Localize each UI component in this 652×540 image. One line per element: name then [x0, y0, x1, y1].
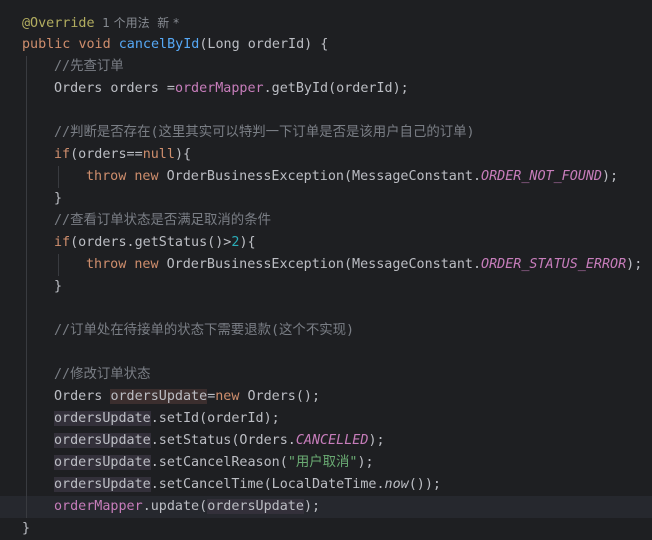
code-line-current[interactable]: orderMapper.update(ordersUpdate); — [0, 496, 652, 518]
code-line[interactable]: if(orders.getStatus()>2){ — [0, 232, 652, 254]
code-token: public — [22, 37, 71, 52]
code-token: Orders — [54, 389, 111, 404]
code-token: (orders== — [70, 147, 143, 162]
code-token: .setStatus(Orders. — [150, 433, 296, 448]
indent-guide — [58, 166, 59, 188]
code-token: ORDER_STATUS_ERROR — [481, 257, 627, 272]
code-token: Orders orders = — [54, 81, 175, 96]
code-line[interactable]: //查看订单状态是否满足取消的条件 — [0, 210, 652, 232]
code-line[interactable]: } — [0, 518, 652, 540]
indent-guide — [58, 254, 59, 276]
code-token: ordersUpdate — [110, 389, 208, 404]
code-token: (orders.getStatus()> — [70, 235, 232, 250]
code-token: orderMapper — [54, 499, 143, 514]
code-token: null — [142, 147, 175, 162]
code-token: ordersUpdate — [54, 477, 151, 492]
code-token: "用户取消" — [287, 455, 358, 470]
code-line[interactable]: if(orders==null){ — [0, 144, 652, 166]
code-line[interactable]: throw new OrderBusinessException(Message… — [0, 254, 652, 276]
code-line[interactable]: Orders orders =orderMapper.getById(order… — [0, 78, 652, 100]
code-line[interactable]: //先查订单 — [0, 56, 652, 78]
code-token: CANCELLED — [295, 433, 369, 448]
code-token: //修改订单状态 — [54, 367, 151, 382]
code-line[interactable]: } — [0, 188, 652, 210]
code-token: ); — [601, 169, 619, 184]
code-token: } — [54, 191, 63, 206]
code-line[interactable]: @Override 1 个用法 新 * — [0, 12, 652, 34]
code-line[interactable]: public void cancelById(Long orderId) { — [0, 34, 652, 56]
code-token: .getById(orderId); — [263, 81, 409, 96]
code-token: ); — [626, 257, 643, 272]
code-line[interactable]: ordersUpdate.setCancelReason("用户取消"); — [0, 452, 652, 474]
code-line[interactable]: } — [0, 276, 652, 298]
code-line[interactable]: ordersUpdate.setCancelTime(LocalDateTime… — [0, 474, 652, 496]
code-token: now — [384, 477, 409, 492]
code-token: ){ — [174, 147, 192, 162]
code-token: ); — [368, 433, 385, 448]
code-token: ordersUpdate — [54, 433, 151, 448]
code-line[interactable]: ordersUpdate.setId(orderId); — [0, 408, 652, 430]
code-token: new — [215, 389, 240, 404]
code-token: .setCancelReason( — [150, 455, 288, 470]
code-token: if — [54, 235, 71, 250]
code-token: ordersUpdate — [54, 411, 151, 426]
code-token: throw — [86, 169, 127, 184]
code-line[interactable]: //订单处在待接单的状态下需要退款(这个不实现) — [0, 320, 652, 342]
code-token: new — [134, 257, 159, 272]
code-editor[interactable]: @Override 1 个用法 新 * public void cancelByI… — [0, 0, 652, 536]
code-token: (Long orderId) { — [199, 37, 329, 52]
code-token: Orders(); — [239, 389, 321, 404]
indent-guide — [26, 56, 27, 518]
code-token: orderMapper — [174, 81, 264, 96]
usage-hint: 1 个用法 新 * — [94, 16, 180, 30]
code-token: OrderBusinessException(MessageConstant. — [158, 257, 482, 272]
code-line[interactable] — [0, 342, 652, 364]
code-token: } — [54, 279, 63, 294]
code-token: ()); — [408, 477, 441, 492]
code-token: @Override — [22, 16, 95, 31]
code-token: cancelById — [118, 37, 200, 52]
code-token: //先查订单 — [54, 59, 124, 74]
code-token: OrderBusinessException(MessageConstant. — [158, 169, 482, 184]
code-token: if — [54, 147, 71, 162]
code-line[interactable]: //判断是否存在(这里其实可以特判一下订单是否是该用户自己的订单) — [0, 122, 652, 144]
code-token: ordersUpdate — [207, 499, 304, 514]
code-token: } — [22, 521, 31, 536]
code-token: new — [134, 169, 159, 184]
code-token: //判断是否存在(这里其实可以特判一下订单是否是该用户自己的订单) — [54, 125, 475, 140]
code-token: ){ — [239, 235, 256, 250]
code-token: void — [78, 37, 111, 52]
code-token: .setId(orderId); — [150, 411, 280, 426]
code-line[interactable]: Orders ordersUpdate=new Orders(); — [0, 386, 652, 408]
code-token: throw — [86, 257, 127, 272]
code-line[interactable] — [0, 100, 652, 122]
code-token: //查看订单状态是否满足取消的条件 — [54, 213, 271, 228]
code-token: ); — [303, 499, 321, 514]
code-token: //订单处在待接单的状态下需要退款(这个不实现) — [54, 323, 355, 338]
code-token: .update( — [142, 499, 208, 514]
code-line[interactable]: //修改订单状态 — [0, 364, 652, 386]
code-token: .setCancelTime(LocalDateTime. — [150, 477, 385, 492]
code-token: ); — [357, 455, 374, 470]
code-line[interactable]: ordersUpdate.setStatus(Orders.CANCELLED)… — [0, 430, 652, 452]
code-token: ordersUpdate — [54, 455, 151, 470]
code-token: ORDER_NOT_FOUND — [481, 169, 602, 184]
code-line[interactable]: throw new OrderBusinessException(Message… — [0, 166, 652, 188]
code-line[interactable] — [0, 298, 652, 320]
